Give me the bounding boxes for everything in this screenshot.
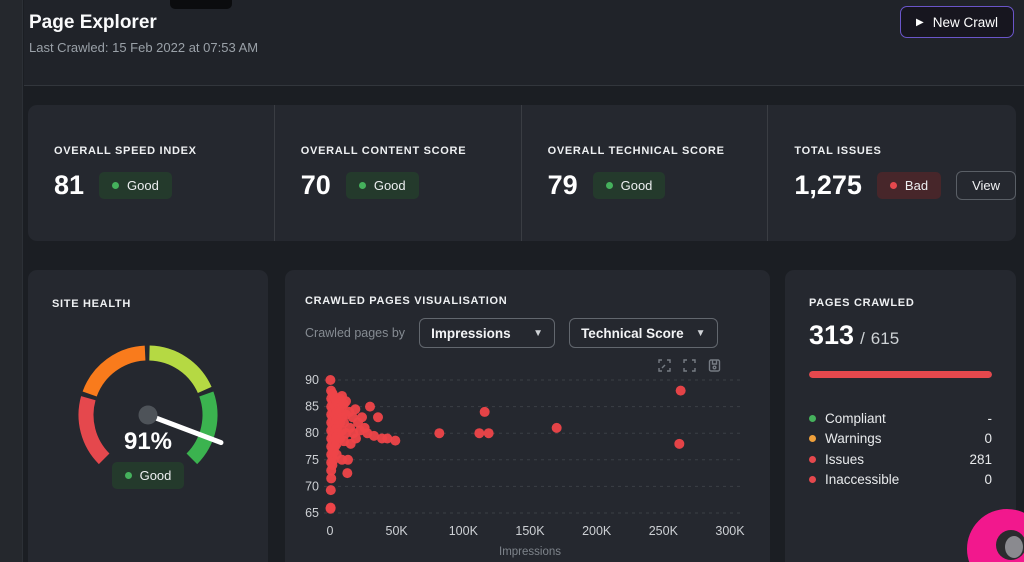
legend-row-compliant: Compliant - <box>809 408 992 429</box>
stat-value: 81 <box>54 170 84 201</box>
visualisation-title: CRAWLED PAGES VISUALISATION <box>305 295 507 307</box>
view-issues-button[interactable]: View <box>956 171 1016 200</box>
legend-row-inaccessible: Inaccessible 0 <box>809 470 992 491</box>
stat-content-score: OVERALL CONTENT SCORE 70 Good <box>274 105 521 241</box>
new-crawl-button[interactable]: ▶ New Crawl <box>900 6 1014 38</box>
status-badge-label: Bad <box>905 178 928 193</box>
legend-value: - <box>988 411 993 426</box>
legend-row-warnings: Warnings 0 <box>809 429 992 450</box>
svg-text:Impressions: Impressions <box>499 546 561 558</box>
status-badge-label: Good <box>127 178 159 193</box>
last-crawled-text: Last Crawled: 15 Feb 2022 at 07:53 AM <box>29 40 258 55</box>
inaccessible-dot-icon <box>809 476 816 483</box>
status-badge: Good <box>99 172 172 199</box>
status-badge-label: Good <box>374 178 406 193</box>
legend-value: 0 <box>984 472 992 487</box>
stat-value: 1,275 <box>794 170 862 201</box>
recording-notch <box>170 0 232 9</box>
stat-technical-score: OVERALL TECHNICAL SCORE 79 Good <box>521 105 768 241</box>
y-axis-metric-dropdown[interactable]: Technical Score ▼ <box>569 318 717 348</box>
warnings-dot-icon <box>809 435 816 442</box>
page-title: Page Explorer <box>29 12 157 34</box>
pages-crawled-total: 615 <box>871 329 899 349</box>
status-dot-icon <box>890 182 897 189</box>
legend-label: Issues <box>825 452 864 467</box>
chevron-down-icon: ▼ <box>696 328 706 339</box>
crawl-progress-fill <box>809 371 992 378</box>
new-crawl-label: New Crawl <box>933 15 998 30</box>
svg-text:100K: 100K <box>449 524 479 538</box>
chevron-down-icon: ▼ <box>533 328 543 339</box>
svg-text:250K: 250K <box>649 524 679 538</box>
stat-label: OVERALL CONTENT SCORE <box>301 145 521 157</box>
svg-text:0: 0 <box>327 524 334 538</box>
stat-value: 70 <box>301 170 331 201</box>
status-dot-icon <box>606 182 613 189</box>
svg-text:200K: 200K <box>582 524 612 538</box>
dropdown-selected-value: Technical Score <box>581 326 684 341</box>
status-badge-label: Good <box>621 178 653 193</box>
stat-label: OVERALL SPEED INDEX <box>54 145 274 157</box>
crawl-progress-bar <box>809 371 992 378</box>
pages-crawled-title: PAGES CRAWLED <box>809 297 914 309</box>
svg-text:90: 90 <box>305 373 319 387</box>
crawled-pages-by-label: Crawled pages by <box>305 326 405 340</box>
status-badge: Good <box>346 172 419 199</box>
stat-label: OVERALL TECHNICAL SCORE <box>548 145 768 157</box>
crawl-status-legend: Compliant - Warnings 0 Issues 281 Inacce… <box>809 408 992 490</box>
svg-text:50K: 50K <box>386 524 409 538</box>
status-dot-icon <box>112 182 119 189</box>
legend-label: Inaccessible <box>825 472 899 487</box>
stat-speed-index: OVERALL SPEED INDEX 81 Good <box>28 105 274 241</box>
scatter-plot[interactable]: 65 70 75 80 85 90 0 50K 100K 150K 200K 250K 300K Impr… <box>293 365 763 562</box>
svg-text:300K: 300K <box>715 524 745 538</box>
stat-label: TOTAL ISSUES <box>794 145 1016 157</box>
play-icon: ▶ <box>916 17 924 28</box>
legend-value: 281 <box>969 452 992 467</box>
site-health-card: SITE HEALTH 91% Good <box>28 270 268 562</box>
presenter-webcam-avatar[interactable] <box>967 509 1024 562</box>
svg-text:65: 65 <box>305 506 319 520</box>
sidebar-edge <box>0 0 23 562</box>
page-header: Page Explorer Last Crawled: 15 Feb 2022 … <box>24 0 1024 86</box>
legend-label: Compliant <box>825 411 886 426</box>
legend-value: 0 <box>984 431 992 446</box>
issues-dot-icon <box>809 456 816 463</box>
overview-stats-card: OVERALL SPEED INDEX 81 Good OVERALL CONT… <box>28 105 1016 241</box>
person-silhouette-icon <box>969 511 1024 562</box>
stat-total-issues: TOTAL ISSUES 1,275 Bad View <box>767 105 1016 241</box>
pages-crawled-separator: / <box>860 329 865 349</box>
site-health-title: SITE HEALTH <box>52 298 131 310</box>
svg-text:70: 70 <box>305 479 319 493</box>
dropdown-selected-value: Impressions <box>431 326 511 341</box>
legend-row-issues: Issues 281 <box>809 449 992 470</box>
compliant-dot-icon <box>809 415 816 422</box>
svg-text:150K: 150K <box>515 524 545 538</box>
status-dot-icon <box>125 472 132 479</box>
crawled-pages-visualisation-card: CRAWLED PAGES VISUALISATION Crawled page… <box>285 270 770 562</box>
x-axis-metric-dropdown[interactable]: Impressions ▼ <box>419 318 555 348</box>
site-health-value: 91% <box>28 428 268 456</box>
legend-label: Warnings <box>825 431 882 446</box>
status-dot-icon <box>359 182 366 189</box>
status-badge: Bad <box>877 172 941 199</box>
stat-value: 79 <box>548 170 578 201</box>
site-health-badge: Good <box>112 462 185 489</box>
svg-text:85: 85 <box>305 400 319 414</box>
svg-text:80: 80 <box>305 426 319 440</box>
pages-crawled-count: 313 <box>809 320 854 351</box>
svg-text:75: 75 <box>305 453 319 467</box>
status-badge: Good <box>593 172 666 199</box>
status-badge-label: Good <box>140 468 172 483</box>
